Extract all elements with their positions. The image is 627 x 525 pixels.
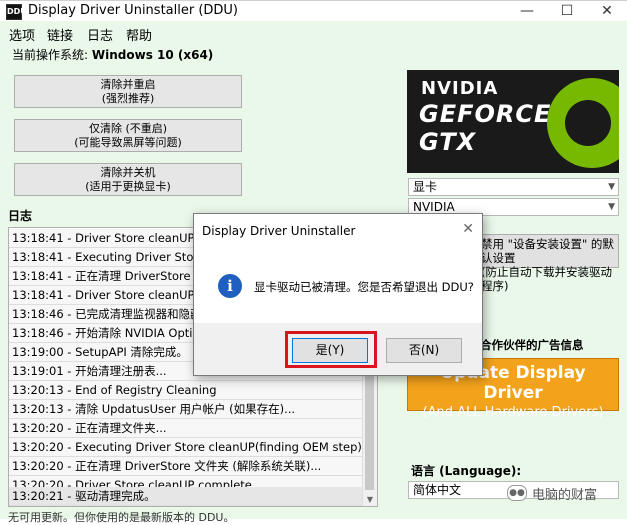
clean-shutdown-button[interactable]: 清除并关机 (适用于更换显卡) [14, 163, 242, 196]
menu-log[interactable]: 日志 [87, 25, 113, 44]
language-label: 语言 (Language): [411, 464, 522, 478]
logo-gtx-text: GTX [419, 128, 477, 156]
dialog-message: 显卡驱动已被清理。您是否希望退出 DDU? [254, 280, 474, 294]
ddu-app-icon: DDU [6, 4, 27, 20]
dialog-title: Display Driver Uninstaller [202, 224, 356, 238]
log-line: 13:20:20 - 正在清理文件夹... [9, 419, 365, 438]
chevron-down-icon: ▼ [608, 202, 615, 212]
log-line: 13:20:20 - 正在清理 DriverStore 文件夹 (解除系统关联)… [9, 457, 365, 476]
disable-install-label: 禁用 "设备安装设置" 的默认设置 [481, 237, 614, 265]
partner-ad-label: 合作伙伴的广告信息 [480, 338, 584, 352]
clean-shutdown-label: 清除并关机 [100, 166, 156, 179]
close-button[interactable]: ✕ [587, 1, 627, 21]
logo-nvidia-text: NVIDIA [421, 78, 499, 99]
yes-button-highlight [285, 331, 377, 368]
menu-bar: 选项 链接 日志 帮助 [0, 23, 627, 44]
status-text: 无可用更新。但你使用的是最新版本的 DDU。 [8, 511, 235, 524]
log-line: 13:20:20 - Executing Driver Store cleanU… [9, 438, 365, 457]
language-value: 简体中文 [413, 483, 462, 497]
no-button[interactable]: 否(N) [386, 338, 462, 363]
scroll-down-icon[interactable]: ▼ [363, 494, 377, 506]
wechat-icon: ●● [507, 485, 527, 501]
disable-device-install-button[interactable]: 禁用 "设备安装设置" 的默认设置 (防止自动下载并安装驱动程序) [474, 234, 619, 293]
menu-help[interactable]: 帮助 [126, 25, 152, 44]
minimize-button[interactable]: — [507, 1, 547, 21]
window-title: Display Driver Uninstaller (DDU) [28, 3, 239, 18]
clean-restart-label: 清除并重启 [100, 78, 156, 91]
device-type-value: 显卡 [413, 180, 438, 194]
title-bar: DDU Display Driver Uninstaller (DDU) — ☐… [0, 1, 627, 21]
nvidia-eye-inner [565, 100, 611, 146]
clean-no-restart-button[interactable]: 仅清除 (不重启) (可能导致黑屏等问题) [14, 119, 242, 152]
os-value: Windows 10 (x64) [91, 48, 214, 62]
device-type-select[interactable]: 显卡 ▼ [408, 178, 619, 196]
dialog-close-icon[interactable]: ✕ [462, 221, 474, 237]
clean-no-restart-note: (可能导致黑屏等问题) [74, 136, 182, 149]
clean-restart-note: (强烈推荐) [101, 92, 155, 105]
menu-links[interactable]: 链接 [47, 25, 73, 44]
clean-shutdown-note: (适用于更换显卡) [85, 180, 171, 193]
clean-no-restart-label: 仅清除 (不重启) [88, 122, 168, 135]
log-title: 日志 [8, 209, 33, 223]
log-line-selected: 13:20:21 - 驱动清理完成。 [9, 487, 365, 506]
chevron-down-icon: ▼ [608, 182, 615, 192]
maximize-button[interactable]: ☐ [547, 1, 587, 21]
info-icon: i [218, 274, 242, 298]
log-line: 13:20:13 - End of Registry Cleaning [9, 381, 365, 400]
clean-restart-button[interactable]: 清除并重启 (强烈推荐) [14, 75, 242, 108]
disable-install-note: (防止自动下载并安装驱动程序) [481, 265, 612, 293]
menu-options[interactable]: 选项 [9, 25, 35, 44]
logo-geforce-text: GEFORCE [419, 100, 552, 128]
os-label: 当前操作系统: [12, 48, 89, 62]
watermark-text: 电脑的财富 [532, 488, 598, 503]
log-line: 13:20:13 - 清除 UpdatusUser 用户帐户 (如果存在)... [9, 400, 365, 419]
vendor-value: NVIDIA [413, 200, 455, 214]
banner-subtitle: (And ALL Hardware Drivers) [422, 405, 604, 420]
nvidia-geforce-logo: NVIDIA GEFORCE GTX [407, 70, 619, 173]
os-info: 当前操作系统: Windows 10 (x64) [12, 46, 213, 63]
